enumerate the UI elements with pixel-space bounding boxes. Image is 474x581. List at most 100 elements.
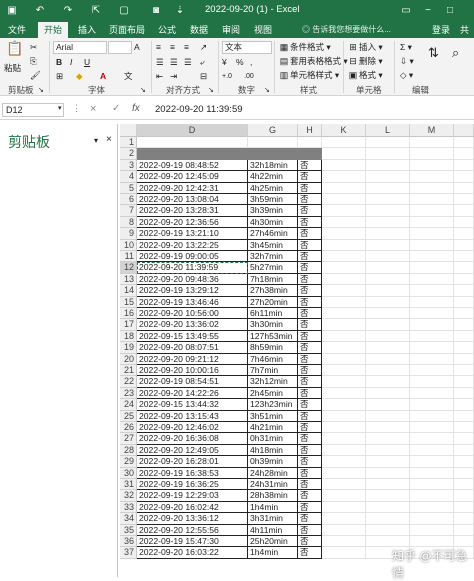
row-header[interactable]: 30 bbox=[120, 467, 137, 479]
cell-d27[interactable]: 2022-09-20 16:36:08 bbox=[137, 433, 248, 445]
empty-cell[interactable] bbox=[454, 251, 474, 263]
empty-cell[interactable] bbox=[454, 308, 474, 320]
cell-h36[interactable]: 否 bbox=[298, 536, 322, 548]
row-header[interactable]: 12 bbox=[120, 262, 137, 274]
empty-cell[interactable] bbox=[322, 513, 366, 525]
row-header[interactable]: 15 bbox=[120, 296, 137, 308]
row-header[interactable]: 14 bbox=[120, 285, 137, 297]
spreadsheet-grid[interactable]: D G H K L M 1 2 3 2022-09-19 08:48:52 32h18m… bbox=[120, 124, 474, 577]
cell-g27[interactable]: 0h31min bbox=[248, 433, 298, 445]
empty-cell[interactable] bbox=[366, 387, 410, 400]
empty-cell[interactable] bbox=[322, 456, 366, 468]
empty-cell[interactable] bbox=[366, 273, 410, 286]
cell-d34[interactable]: 2022-09-20 13:36:12 bbox=[137, 513, 248, 525]
cell-d26[interactable]: 2022-09-20 12:46:02 bbox=[137, 422, 248, 434]
empty-cell[interactable] bbox=[366, 182, 410, 194]
tab-page-layout[interactable]: 页面布局 bbox=[106, 22, 148, 38]
empty-cell[interactable] bbox=[454, 296, 474, 308]
row-header[interactable]: 24 bbox=[120, 399, 137, 411]
cell-g28[interactable]: 4h18min bbox=[248, 444, 298, 457]
share-button[interactable]: 共 bbox=[460, 22, 469, 38]
cell-h5[interactable]: 否 bbox=[298, 182, 322, 194]
font-launcher-icon[interactable]: ↘ bbox=[140, 84, 146, 97]
cell-g32[interactable]: 28h38min bbox=[248, 490, 298, 502]
row-header[interactable]: 19 bbox=[120, 342, 137, 354]
empty-cell[interactable] bbox=[454, 137, 474, 149]
cell-h34[interactable]: 否 bbox=[298, 513, 322, 525]
cell-g35[interactable]: 4h11min bbox=[248, 524, 298, 536]
cell-h6[interactable]: 否 bbox=[298, 194, 322, 206]
phonetic-icon[interactable]: 文 bbox=[124, 70, 133, 83]
cell-g18[interactable]: 127h53min bbox=[248, 330, 298, 343]
empty-cell[interactable] bbox=[322, 182, 366, 194]
empty-cell[interactable] bbox=[322, 137, 366, 149]
cell-d31[interactable]: 2022-09-19 16:36:25 bbox=[137, 479, 248, 491]
empty-cell[interactable] bbox=[410, 456, 454, 468]
cell-d33[interactable]: 2022-09-20 16:02:42 bbox=[137, 501, 248, 514]
row-header[interactable]: 35 bbox=[120, 524, 137, 536]
cell-g34[interactable]: 3h31min bbox=[248, 513, 298, 525]
cell-h21[interactable]: 否 bbox=[298, 365, 322, 377]
empty-cell[interactable] bbox=[454, 444, 474, 457]
empty-cell[interactable] bbox=[454, 410, 474, 422]
empty-cell[interactable] bbox=[366, 479, 410, 491]
column-header-l[interactable]: L bbox=[366, 124, 410, 137]
row-header[interactable]: 29 bbox=[120, 456, 137, 468]
fill-icon[interactable]: ⇩ ▾ bbox=[400, 55, 414, 68]
empty-cell[interactable] bbox=[454, 513, 474, 525]
cell-g4[interactable]: 4h22min bbox=[248, 171, 298, 183]
align-right-icon[interactable]: ☰ bbox=[184, 56, 192, 69]
ribbon-display-icon[interactable]: ▭ bbox=[398, 3, 414, 19]
cell-g31[interactable]: 24h31min bbox=[248, 479, 298, 491]
empty-cell[interactable] bbox=[366, 319, 410, 331]
row-header[interactable]: 33 bbox=[120, 501, 137, 514]
cell-g36[interactable]: 25h20min bbox=[248, 536, 298, 548]
cell-d29[interactable]: 2022-09-20 16:28:01 bbox=[137, 456, 248, 468]
empty-cell[interactable] bbox=[366, 239, 410, 251]
empty-cell[interactable] bbox=[410, 205, 454, 217]
grow-font-icon[interactable]: A bbox=[134, 41, 140, 54]
empty-cell[interactable] bbox=[454, 182, 474, 194]
row-header[interactable]: 25 bbox=[120, 410, 137, 422]
open-icon[interactable]: ▢ bbox=[116, 3, 132, 19]
empty-cell[interactable] bbox=[366, 524, 410, 536]
cell-d14[interactable]: 2022-09-19 13:29:12 bbox=[137, 285, 248, 297]
number-launcher-icon[interactable]: ↘ bbox=[264, 84, 270, 97]
decrease-decimal-icon[interactable]: .00 bbox=[244, 70, 254, 83]
close-icon[interactable]: × bbox=[106, 134, 112, 145]
empty-cell[interactable] bbox=[366, 353, 410, 365]
comma-style-icon[interactable]: , bbox=[250, 56, 252, 69]
tell-me-search[interactable]: ◎ 告诉我您想要做什么... bbox=[302, 24, 391, 36]
align-top-icon[interactable]: ≡ bbox=[156, 41, 161, 54]
cell-g7[interactable]: 3h39min bbox=[248, 205, 298, 217]
confirm-icon[interactable]: ✓ bbox=[112, 103, 120, 114]
empty-cell[interactable] bbox=[322, 308, 366, 320]
cell-h9[interactable]: 否 bbox=[298, 228, 322, 240]
empty-cell[interactable] bbox=[410, 228, 454, 240]
wrap-text-icon[interactable]: ⤶ bbox=[200, 56, 205, 69]
row-header[interactable]: 32 bbox=[120, 490, 137, 502]
empty-cell[interactable] bbox=[454, 148, 474, 160]
empty-cell[interactable] bbox=[410, 433, 454, 445]
empty-cell[interactable] bbox=[366, 536, 410, 548]
empty-cell[interactable] bbox=[322, 148, 366, 160]
empty-cell[interactable] bbox=[322, 216, 366, 229]
row-header[interactable]: 6 bbox=[120, 194, 137, 206]
format-as-table-button[interactable]: ▤ 套用表格格式 ▾ bbox=[278, 55, 348, 68]
cell-h25[interactable]: 否 bbox=[298, 410, 322, 422]
decrease-indent-icon[interactable]: ⇤ bbox=[156, 70, 163, 83]
cell-g2[interactable] bbox=[248, 148, 298, 160]
cell-h37[interactable]: 否 bbox=[298, 547, 322, 559]
cell-d2[interactable] bbox=[137, 148, 248, 160]
cell-h19[interactable]: 否 bbox=[298, 342, 322, 354]
empty-cell[interactable] bbox=[322, 536, 366, 548]
tab-home[interactable]: 开始 bbox=[38, 22, 68, 38]
empty-cell[interactable] bbox=[366, 513, 410, 525]
empty-cell[interactable] bbox=[322, 273, 366, 286]
row-header[interactable]: 16 bbox=[120, 308, 137, 320]
empty-cell[interactable] bbox=[410, 330, 454, 343]
align-middle-icon[interactable]: ≡ bbox=[170, 41, 175, 54]
empty-cell[interactable] bbox=[410, 137, 454, 149]
empty-cell[interactable] bbox=[454, 194, 474, 206]
italic-button[interactable]: I bbox=[70, 56, 72, 69]
